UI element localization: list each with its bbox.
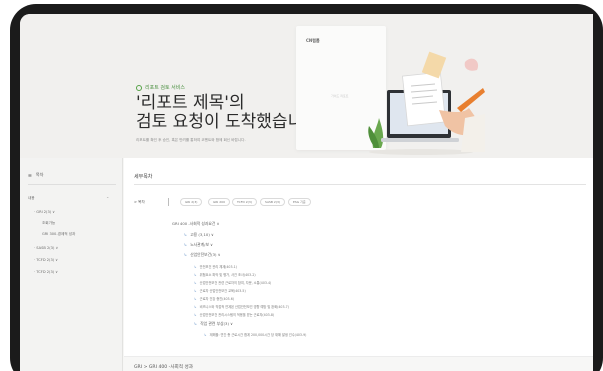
tree-leaf-label: 재해율: 연간 총 근로시간 합계 200,000시간 당 재해 발생 건수(4…	[209, 333, 307, 337]
corner-arrow-icon: ↳	[194, 265, 197, 269]
hero-banner: 리포트 검토 서비스 '리포트 제목'의 검토 요청이 도착했습니다. 리포트를…	[20, 14, 593, 158]
detail-breadcrumb: GRI > GRI 400 -사회적 성과	[134, 365, 193, 370]
service-tag-label: 리포트 검토 서비스	[145, 85, 185, 91]
service-tag: 리포트 검토 서비스	[136, 84, 185, 91]
tree-leaf[interactable]: ↳ 산업안전보건 관리시스템의 적용을 받는 근로자(403-8)	[194, 312, 274, 317]
tree-node[interactable]: GRI 400 -사회적 성과요건 ∨	[172, 221, 219, 227]
corner-arrow-icon: ↳	[184, 252, 188, 257]
tree-leaf-label: 안전보건 관리 체계(403-1)	[199, 265, 237, 269]
sidebar-item-content[interactable]: 내용	[28, 196, 35, 201]
tree-leaf[interactable]: ↳ 근로자 건강 증진(403-6)	[194, 296, 234, 301]
section-title: 세부목차	[134, 174, 153, 180]
sidebar-item-tcfd-2[interactable]: · TCFD 2(3) ∨	[34, 270, 58, 274]
sidebar-divider	[28, 184, 116, 185]
tree-node[interactable]: ↳ 노사관계/보 ∨	[184, 242, 213, 248]
tree-node[interactable]: ↳ 작업 관련 부상(3) ∨	[194, 321, 233, 327]
chevron-down-icon[interactable]: ⌄	[106, 194, 109, 199]
filter-chip[interactable]: ESG 기준	[288, 198, 311, 206]
filter-chip[interactable]: TCFD 2(3)	[232, 198, 257, 206]
sidebar-heading: ☰ 목차	[28, 172, 43, 178]
tree-leaf-label: 산업안전보건 관련 근로자의 참여, 자문, 소통(403-4)	[199, 281, 272, 285]
corner-arrow-icon: ↳	[194, 281, 197, 285]
corner-arrow-icon: ↳	[194, 313, 197, 317]
tree-leaf-label: 산업안전보건 관리시스템의 적용을 받는 근로자(403-8)	[199, 313, 275, 317]
tree-leaf[interactable]: ↳ 위험요소 파악 및 평가, 사건 조사(403-2)	[194, 272, 256, 277]
sidebar-item-tcfd-1[interactable]: · TCFD 2(3) ∨	[34, 258, 58, 262]
laptop-illustration-icon	[368, 51, 485, 155]
corner-arrow-icon: ↳	[184, 232, 188, 237]
detail-section: GRI > GRI 400 -사회적 성과	[124, 356, 593, 371]
tree-node-label: 작업 관련 부상(3) ∨	[200, 321, 233, 326]
tree-toggle[interactable]: > 목차	[134, 200, 145, 205]
tree-leaf[interactable]: ↳ 비즈니스와 직접적 연계된 산업안전보건 영향 예방 및 완화(403-7)	[194, 304, 289, 309]
tree-leaf-label: 위험요소 파악 및 평가, 사건 조사(403-2)	[199, 273, 256, 277]
tree-leaf[interactable]: ↳ 근로자 산업안전보건 교육(403-5)	[194, 288, 246, 293]
tablet-screen: 리포트 검토 서비스 '리포트 제목'의 검토 요청이 도착했습니다. 리포트를…	[20, 14, 593, 371]
main-content: 세부목차 > 목차 GRI 2(3) GRI 200 TCFD 2(3) SAS…	[124, 158, 593, 371]
tree-node-label: 노사관계/보 ∨	[190, 242, 213, 247]
sidebar-item-sasb[interactable]: · SASB 2(3) ∨	[34, 246, 58, 250]
filter-chip[interactable]: SASB 2(3)	[260, 198, 286, 206]
tree-node[interactable]: ↳ 고용 (3,10) ∨	[184, 232, 214, 238]
stage: 리포트 검토 서비스 '리포트 제목'의 검토 요청이 도착했습니다. 리포트를…	[0, 0, 603, 371]
corner-arrow-icon: ↳	[184, 242, 188, 247]
corner-arrow-icon: ↳	[194, 297, 197, 301]
sidebar-heading-label: 목차	[35, 172, 44, 177]
document-logo: CN랩톱	[306, 38, 320, 43]
tree-node-label: 산업안전보건(3) ∨	[190, 252, 221, 257]
sidebar-toc: ☰ 목차 ⌄ 내용 · GRI 2(3) ∨ 조회가능 GRI 300-경제적 …	[20, 158, 123, 371]
corner-arrow-icon: ↳	[194, 321, 198, 326]
tree-leaf[interactable]: ↳ 안전보건 관리 체계(403-1)	[194, 264, 237, 269]
section-divider	[134, 184, 586, 185]
list-icon: ☰	[28, 172, 32, 178]
tree-node[interactable]: ↳ 산업안전보건(3) ∨	[184, 252, 221, 258]
sidebar-item-sub[interactable]: 조회가능	[42, 221, 55, 226]
tree-node-label: 고용 (3,10) ∨	[190, 232, 214, 237]
tree-leaf[interactable]: ↳ 재해율: 연간 총 근로시간 합계 200,000시간 당 재해 발생 건수(…	[204, 332, 306, 337]
filter-chip[interactable]: GRI 200	[208, 198, 230, 206]
sidebar-item-gri[interactable]: · GRI 2(3) ∨	[34, 210, 55, 214]
tree-leaf-label: 비즈니스와 직접적 연계된 산업안전보건 영향 예방 및 완화(403-7)	[199, 305, 289, 309]
filter-chip[interactable]: GRI 2(3)	[180, 198, 203, 206]
tree-separator	[168, 198, 169, 206]
corner-arrow-icon: ↳	[194, 273, 197, 277]
sidebar-item-gri-300[interactable]: GRI 300-경제적 성과	[42, 232, 75, 237]
page-description: 리포트를 확인 후 승인, 혹은 반려를 통하여 코멘트와 함께 회신 바랍니다…	[136, 138, 246, 142]
tree-node-label: GRI 400 -사회적 성과요건 ∨	[172, 221, 220, 226]
tree-leaf-label: 근로자 산업안전보건 교육(403-5)	[199, 289, 246, 293]
tree-leaf-label: 근로자 건강 증진(403-6)	[199, 297, 234, 301]
corner-arrow-icon: ↳	[194, 289, 197, 293]
corner-arrow-icon: ↳	[194, 305, 197, 309]
tree-leaf[interactable]: ↳ 산업안전보건 관련 근로자의 참여, 자문, 소통(403-4)	[194, 280, 271, 285]
corner-arrow-icon: ↳	[204, 333, 207, 337]
document-subtitle: 가이드 리포트	[331, 94, 349, 98]
service-dot-icon	[136, 84, 142, 91]
